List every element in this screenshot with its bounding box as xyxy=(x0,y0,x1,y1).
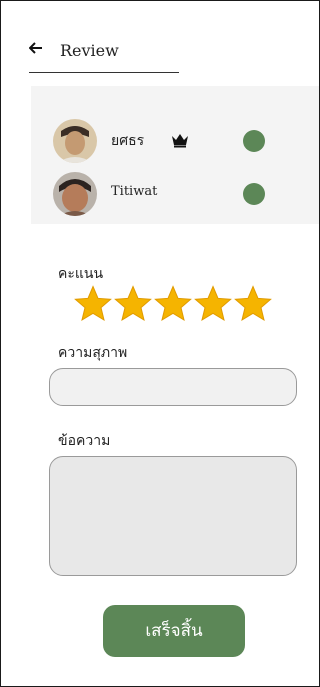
member-row: Titiwat xyxy=(53,172,313,216)
message-label: ข้อความ xyxy=(58,433,111,449)
page-title: Review xyxy=(60,41,119,60)
politeness-label: ความสุภาพ xyxy=(58,345,128,361)
member-name: ยศธร xyxy=(111,133,145,149)
score-label: คะแนน xyxy=(58,266,104,282)
avatar xyxy=(53,119,97,163)
star-rating[interactable] xyxy=(73,284,273,328)
phone-frame: Review ยศธร Titiwat คะแนน ความสุภาพ ข้อค… xyxy=(0,0,320,687)
politeness-input[interactable] xyxy=(49,368,297,406)
star-icon[interactable] xyxy=(233,284,273,324)
finish-button[interactable]: เสร็จสิ้น xyxy=(103,605,245,657)
status-dot[interactable] xyxy=(243,183,265,205)
member-name: Titiwat xyxy=(111,184,158,199)
star-icon[interactable] xyxy=(153,284,193,324)
star-icon[interactable] xyxy=(193,284,233,324)
avatar xyxy=(53,172,97,216)
member-row: ยศธร xyxy=(53,119,313,163)
star-icon[interactable] xyxy=(113,284,153,324)
members-panel: ยศธร Titiwat xyxy=(31,86,319,224)
arrow-left-icon[interactable] xyxy=(29,41,43,55)
message-textarea[interactable] xyxy=(49,456,297,576)
header: Review xyxy=(29,39,179,73)
status-dot[interactable] xyxy=(243,130,265,152)
star-icon[interactable] xyxy=(73,284,113,324)
crown-icon xyxy=(172,134,188,148)
